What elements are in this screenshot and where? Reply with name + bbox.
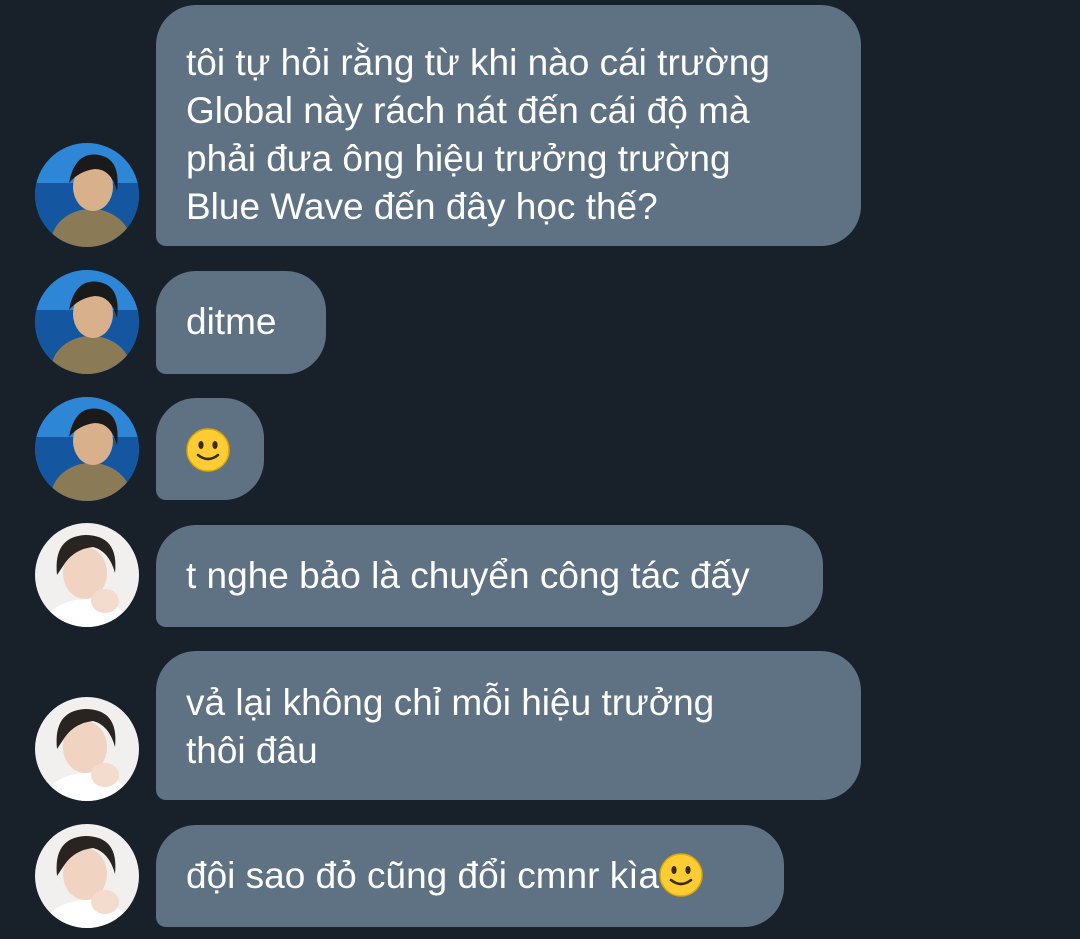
avatar-white-photo [35, 824, 139, 928]
avatar-sea-photo [35, 143, 139, 247]
message-bubble[interactable]: tôi tự hỏi rằng từ khi nào cái trường Gl… [156, 5, 861, 246]
message-text: t nghe bảo là chuyển công tác đấy [186, 555, 750, 596]
avatar-sea-photo [35, 270, 139, 374]
slightly-smiling-face-icon [186, 428, 230, 472]
avatar[interactable] [35, 270, 139, 374]
avatar[interactable] [35, 143, 139, 247]
avatar[interactable] [35, 397, 139, 501]
avatar[interactable] [35, 824, 139, 928]
message-text: tôi tự hỏi rằng từ khi nào cái trường Gl… [186, 42, 770, 227]
message-bubble[interactable]: t nghe bảo là chuyển công tác đấy [156, 525, 823, 627]
message-text: ditme [186, 301, 277, 342]
slightly-smiling-face-icon [659, 853, 703, 897]
avatar-sea-photo [35, 397, 139, 501]
avatar[interactable] [35, 523, 139, 627]
avatar-white-photo [35, 523, 139, 627]
message-text: đội sao đỏ cũng đổi cmnr kìa [186, 855, 660, 896]
avatar[interactable] [35, 697, 139, 801]
message-bubble[interactable]: đội sao đỏ cũng đổi cmnr kìa [156, 825, 784, 927]
message-bubble[interactable]: vả lại không chỉ mỗi hiệu trưởng thôi đâ… [156, 651, 861, 800]
message-bubble[interactable]: ditme [156, 271, 326, 374]
chat-thread: tôi tự hỏi rằng từ khi nào cái trường Gl… [0, 0, 1080, 939]
message-text: vả lại không chỉ mỗi hiệu trưởng thôi đâ… [186, 682, 715, 771]
message-bubble[interactable] [156, 398, 264, 500]
avatar-white-photo [35, 697, 139, 801]
